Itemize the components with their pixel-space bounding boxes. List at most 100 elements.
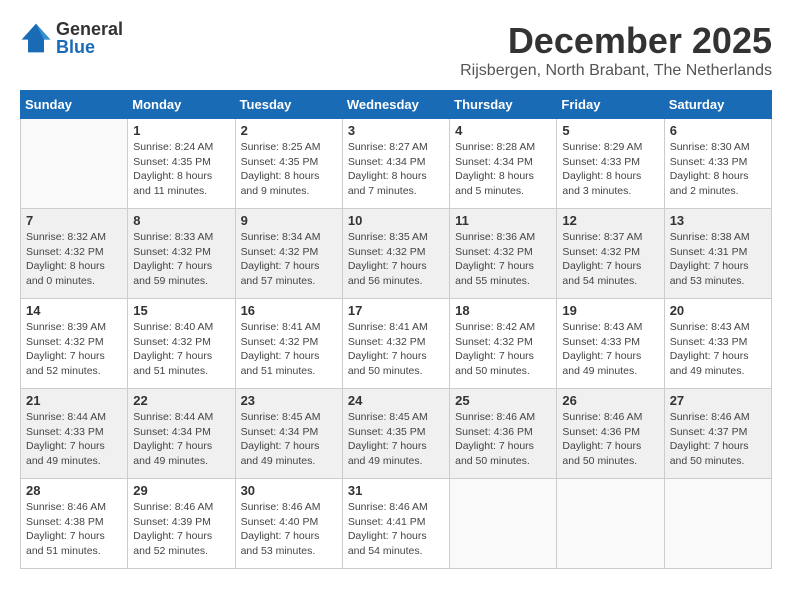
day-info: Sunrise: 8:46 AMSunset: 4:40 PMDaylight:… <box>241 500 337 559</box>
day-number: 18 <box>455 303 551 318</box>
calendar-cell: 28 Sunrise: 8:46 AMSunset: 4:38 PMDayligh… <box>21 479 128 569</box>
calendar-cell: 16 Sunrise: 8:41 AMSunset: 4:32 PMDayligh… <box>235 299 342 389</box>
calendar-title: December 2025 <box>460 20 772 62</box>
day-number: 6 <box>670 123 766 138</box>
calendar-cell: 12 Sunrise: 8:37 AMSunset: 4:32 PMDayligh… <box>557 209 664 299</box>
day-info: Sunrise: 8:46 AMSunset: 4:36 PMDaylight:… <box>455 410 551 469</box>
day-number: 7 <box>26 213 122 228</box>
day-info: Sunrise: 8:27 AMSunset: 4:34 PMDaylight:… <box>348 140 444 199</box>
day-info: Sunrise: 8:45 AMSunset: 4:35 PMDaylight:… <box>348 410 444 469</box>
calendar-cell: 26 Sunrise: 8:46 AMSunset: 4:36 PMDayligh… <box>557 389 664 479</box>
calendar-cell: 22 Sunrise: 8:44 AMSunset: 4:34 PMDayligh… <box>128 389 235 479</box>
calendar-cell: 27 Sunrise: 8:46 AMSunset: 4:37 PMDayligh… <box>664 389 771 479</box>
day-info: Sunrise: 8:44 AMSunset: 4:34 PMDaylight:… <box>133 410 229 469</box>
page-header: General Blue December 2025 Rijsbergen, N… <box>20 20 772 80</box>
day-info: Sunrise: 8:41 AMSunset: 4:32 PMDaylight:… <box>241 320 337 379</box>
calendar-cell: 2 Sunrise: 8:25 AMSunset: 4:35 PMDaylight… <box>235 119 342 209</box>
day-number: 27 <box>670 393 766 408</box>
day-info: Sunrise: 8:25 AMSunset: 4:35 PMDaylight:… <box>241 140 337 199</box>
header-sunday: Sunday <box>21 91 128 119</box>
day-number: 10 <box>348 213 444 228</box>
day-info: Sunrise: 8:40 AMSunset: 4:32 PMDaylight:… <box>133 320 229 379</box>
day-info: Sunrise: 8:46 AMSunset: 4:39 PMDaylight:… <box>133 500 229 559</box>
day-number: 31 <box>348 483 444 498</box>
day-number: 9 <box>241 213 337 228</box>
calendar-cell: 14 Sunrise: 8:39 AMSunset: 4:32 PMDayligh… <box>21 299 128 389</box>
day-info: Sunrise: 8:42 AMSunset: 4:32 PMDaylight:… <box>455 320 551 379</box>
day-number: 4 <box>455 123 551 138</box>
calendar-cell: 3 Sunrise: 8:27 AMSunset: 4:34 PMDaylight… <box>342 119 449 209</box>
calendar-cell <box>450 479 557 569</box>
calendar-cell: 19 Sunrise: 8:43 AMSunset: 4:33 PMDayligh… <box>557 299 664 389</box>
calendar-cell: 13 Sunrise: 8:38 AMSunset: 4:31 PMDayligh… <box>664 209 771 299</box>
calendar-subtitle: Rijsbergen, North Brabant, The Netherlan… <box>460 62 772 80</box>
day-info: Sunrise: 8:44 AMSunset: 4:33 PMDaylight:… <box>26 410 122 469</box>
day-info: Sunrise: 8:46 AMSunset: 4:37 PMDaylight:… <box>670 410 766 469</box>
header-monday: Monday <box>128 91 235 119</box>
day-info: Sunrise: 8:35 AMSunset: 4:32 PMDaylight:… <box>348 230 444 289</box>
day-number: 22 <box>133 393 229 408</box>
calendar-cell: 5Sunrise: 8:29 AMSunset: 4:33 PMDaylight… <box>557 119 664 209</box>
calendar-cell: 6Sunrise: 8:30 AMSunset: 4:33 PMDaylight… <box>664 119 771 209</box>
day-number: 28 <box>26 483 122 498</box>
calendar-cell: 23Sunrise: 8:45 AMSunset: 4:34 PMDayligh… <box>235 389 342 479</box>
header-tuesday: Tuesday <box>235 91 342 119</box>
header-saturday: Saturday <box>664 91 771 119</box>
calendar-cell: 31Sunrise: 8:46 AMSunset: 4:41 PMDayligh… <box>342 479 449 569</box>
day-number: 2 <box>241 123 337 138</box>
day-info: Sunrise: 8:45 AMSunset: 4:34 PMDaylight:… <box>241 410 337 469</box>
day-number: 3 <box>348 123 444 138</box>
header-wednesday: Wednesday <box>342 91 449 119</box>
calendar-cell <box>21 119 128 209</box>
day-number: 13 <box>670 213 766 228</box>
day-number: 14 <box>26 303 122 318</box>
calendar-cell: 1 Sunrise: 8:24 AMSunset: 4:35 PMDaylight… <box>128 119 235 209</box>
logo-text: General Blue <box>56 20 123 56</box>
calendar-cell: 24 Sunrise: 8:45 AMSunset: 4:35 PMDayligh… <box>342 389 449 479</box>
day-info: Sunrise: 8:37 AMSunset: 4:32 PMDaylight:… <box>562 230 658 289</box>
day-info: Sunrise: 8:32 AMSunset: 4:32 PMDaylight:… <box>26 230 122 289</box>
day-number: 25 <box>455 393 551 408</box>
day-info: Sunrise: 8:33 AMSunset: 4:32 PMDaylight:… <box>133 230 229 289</box>
day-number: 19 <box>562 303 658 318</box>
calendar-cell: 10 Sunrise: 8:35 AMSunset: 4:32 PMDayligh… <box>342 209 449 299</box>
calendar-week-row: 1 Sunrise: 8:24 AMSunset: 4:35 PMDaylight… <box>21 119 772 209</box>
calendar-table: SundayMondayTuesdayWednesdayThursdayFrid… <box>20 90 772 569</box>
day-number: 24 <box>348 393 444 408</box>
calendar-cell: 21Sunrise: 8:44 AMSunset: 4:33 PMDayligh… <box>21 389 128 479</box>
calendar-cell: 4Sunrise: 8:28 AMSunset: 4:34 PMDaylight… <box>450 119 557 209</box>
calendar-cell: 17Sunrise: 8:41 AMSunset: 4:32 PMDayligh… <box>342 299 449 389</box>
day-number: 8 <box>133 213 229 228</box>
day-info: Sunrise: 8:46 AMSunset: 4:36 PMDaylight:… <box>562 410 658 469</box>
calendar-week-row: 14 Sunrise: 8:39 AMSunset: 4:32 PMDayligh… <box>21 299 772 389</box>
day-number: 16 <box>241 303 337 318</box>
day-info: Sunrise: 8:29 AMSunset: 4:33 PMDaylight:… <box>562 140 658 199</box>
calendar-week-row: 21Sunrise: 8:44 AMSunset: 4:33 PMDayligh… <box>21 389 772 479</box>
day-info: Sunrise: 8:38 AMSunset: 4:31 PMDaylight:… <box>670 230 766 289</box>
calendar-cell: 7 Sunrise: 8:32 AMSunset: 4:32 PMDaylight… <box>21 209 128 299</box>
day-info: Sunrise: 8:36 AMSunset: 4:32 PMDaylight:… <box>455 230 551 289</box>
day-info: Sunrise: 8:43 AMSunset: 4:33 PMDaylight:… <box>562 320 658 379</box>
day-number: 20 <box>670 303 766 318</box>
calendar-header-row: SundayMondayTuesdayWednesdayThursdayFrid… <box>21 91 772 119</box>
day-info: Sunrise: 8:46 AMSunset: 4:38 PMDaylight:… <box>26 500 122 559</box>
calendar-cell: 18 Sunrise: 8:42 AMSunset: 4:32 PMDayligh… <box>450 299 557 389</box>
calendar-cell: 8 Sunrise: 8:33 AMSunset: 4:32 PMDaylight… <box>128 209 235 299</box>
header-thursday: Thursday <box>450 91 557 119</box>
day-info: Sunrise: 8:34 AMSunset: 4:32 PMDaylight:… <box>241 230 337 289</box>
calendar-cell: 29Sunrise: 8:46 AMSunset: 4:39 PMDayligh… <box>128 479 235 569</box>
day-number: 26 <box>562 393 658 408</box>
logo: General Blue <box>20 20 123 56</box>
day-info: Sunrise: 8:41 AMSunset: 4:32 PMDaylight:… <box>348 320 444 379</box>
day-number: 1 <box>133 123 229 138</box>
calendar-cell: 15Sunrise: 8:40 AMSunset: 4:32 PMDayligh… <box>128 299 235 389</box>
calendar-week-row: 28 Sunrise: 8:46 AMSunset: 4:38 PMDayligh… <box>21 479 772 569</box>
calendar-cell: 9 Sunrise: 8:34 AMSunset: 4:32 PMDaylight… <box>235 209 342 299</box>
calendar-cell: 30Sunrise: 8:46 AMSunset: 4:40 PMDayligh… <box>235 479 342 569</box>
day-info: Sunrise: 8:43 AMSunset: 4:33 PMDaylight:… <box>670 320 766 379</box>
calendar-cell: 11Sunrise: 8:36 AMSunset: 4:32 PMDayligh… <box>450 209 557 299</box>
header-friday: Friday <box>557 91 664 119</box>
day-info: Sunrise: 8:39 AMSunset: 4:32 PMDaylight:… <box>26 320 122 379</box>
day-number: 12 <box>562 213 658 228</box>
day-info: Sunrise: 8:24 AMSunset: 4:35 PMDaylight:… <box>133 140 229 199</box>
